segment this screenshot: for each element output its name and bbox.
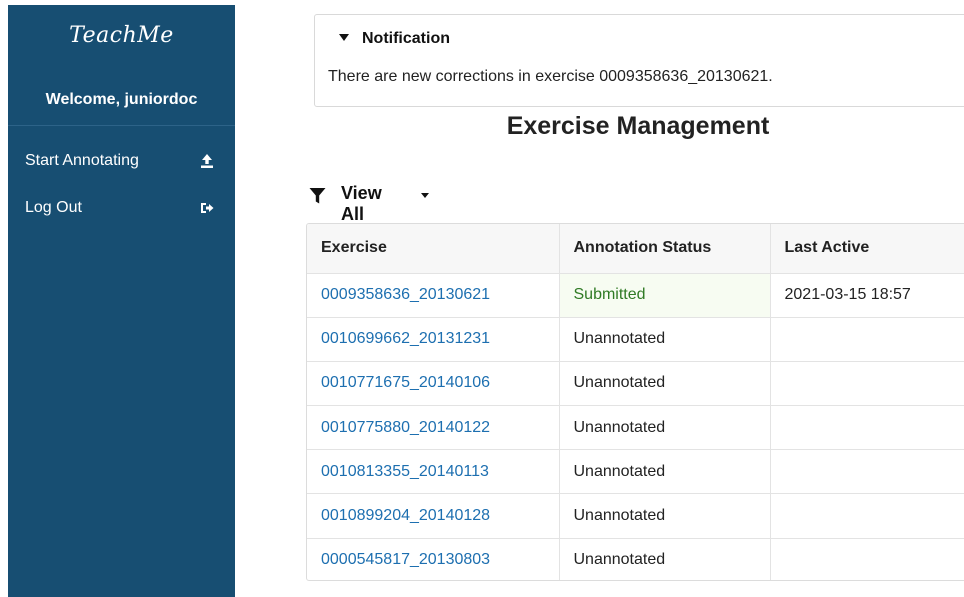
exercise-link[interactable]: 0009358636_20130621 <box>321 286 490 303</box>
sidebar-item-label: Log Out <box>25 199 82 216</box>
sidebar-item-log-out[interactable]: Log Out <box>8 195 235 225</box>
column-header-annotation-status: Annotation Status <box>559 224 771 274</box>
app-logo[interactable]: TeachMe <box>8 23 235 48</box>
exercise-link[interactable]: 0010899204_20140128 <box>321 507 490 524</box>
table-row: 0010699662_20131231 Unannotated <box>307 317 964 362</box>
exercise-link[interactable]: 0010699662_20131231 <box>321 330 490 347</box>
table-row: 0009358636_20130621 Submitted 2021-03-15… <box>307 273 964 318</box>
table-row: 0000545817_20130803 Unannotated <box>307 538 964 580</box>
table-row: 0010813355_20140113 Unannotated <box>307 449 964 495</box>
column-header-last-active: Last Active <box>770 224 964 274</box>
exercise-cell: 0010771675_20140106 <box>307 361 560 407</box>
last-active-cell <box>770 317 964 362</box>
sidebar-item-label: Start Annotating <box>25 152 139 169</box>
exercise-link[interactable]: 0010771675_20140106 <box>321 374 490 391</box>
last-active-cell <box>770 538 964 580</box>
last-active-cell <box>770 361 964 407</box>
exercise-table: Exercise Annotation Status Last Active 0… <box>306 223 964 581</box>
exercise-cell: 0010775880_20140122 <box>307 405 560 451</box>
table-row: 0010899204_20140128 Unannotated <box>307 493 964 539</box>
sidebar-item-start-annotating[interactable]: Start Annotating <box>8 148 235 178</box>
exercise-cell: 0010899204_20140128 <box>307 493 560 539</box>
filter-label: View All <box>341 183 382 224</box>
caret-down-icon[interactable] <box>339 34 349 41</box>
exercise-link[interactable]: 0010813355_20140113 <box>321 463 489 480</box>
welcome-message: Welcome, juniordoc <box>45 91 198 108</box>
exercise-link[interactable]: 0000545817_20130803 <box>321 551 490 568</box>
exercise-cell: 0010699662_20131231 <box>307 317 560 362</box>
annotation-status-cell: Unannotated <box>559 317 771 362</box>
column-header-exercise: Exercise <box>307 224 560 274</box>
last-active-cell <box>770 493 964 539</box>
sidebar: TeachMe Welcome, juniordoc Start Annotat… <box>8 5 235 597</box>
exercise-cell: 0010813355_20140113 <box>307 449 560 495</box>
annotation-status-cell: Submitted <box>559 273 771 318</box>
table-header-row: Exercise Annotation Status Last Active <box>307 224 964 274</box>
annotation-status-cell: Unannotated <box>559 361 771 407</box>
annotation-status-cell: Unannotated <box>559 493 771 539</box>
last-active-cell <box>770 449 964 495</box>
exercise-link[interactable]: 0010775880_20140122 <box>321 419 490 436</box>
last-active-cell <box>770 405 964 451</box>
exercise-cell: 0009358636_20130621 <box>307 273 560 318</box>
annotation-status-cell: Unannotated <box>559 449 771 495</box>
last-active-cell: 2021-03-15 18:57 <box>770 273 964 318</box>
upload-icon <box>201 154 213 168</box>
annotation-status-cell: Unannotated <box>559 538 771 580</box>
notification-message: There are new corrections in exercise 00… <box>328 68 773 85</box>
chevron-down-icon <box>421 193 429 198</box>
notification-title[interactable]: Notification <box>362 30 450 48</box>
filter-icon <box>309 188 326 204</box>
table-row: 0010775880_20140122 Unannotated <box>307 405 964 451</box>
sign-out-icon <box>201 203 214 213</box>
annotation-status-cell: Unannotated <box>559 405 771 451</box>
sidebar-divider <box>8 125 235 126</box>
exercise-cell: 0000545817_20130803 <box>307 538 560 580</box>
notification-panel: Notification There are new corrections i… <box>314 14 964 107</box>
table-row: 0010771675_20140106 Unannotated <box>307 361 964 407</box>
page-title: Exercise Management <box>506 112 770 140</box>
